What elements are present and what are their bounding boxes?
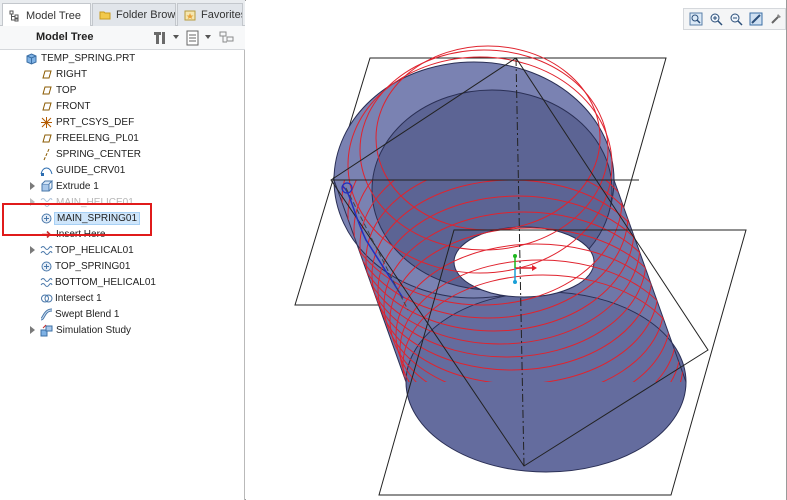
- chevron-down-icon[interactable]: [173, 35, 179, 39]
- tree-item-swept-blend-1[interactable]: Swept Blend 1: [0, 306, 245, 322]
- tree-item-label: TEMP_SPRING.PRT: [41, 52, 136, 64]
- tree-item-label: PRT_CSYS_DEF: [56, 116, 135, 128]
- chevron-down-icon[interactable]: [205, 35, 211, 39]
- tools-icon: [154, 32, 165, 44]
- expand-arrow-icon[interactable]: [29, 246, 37, 254]
- tree-item-guide-crv01[interactable]: GUIDE_CRV01: [0, 162, 245, 178]
- model-tree-icon: [9, 10, 21, 22]
- tab-label: Folder Brow...: [116, 9, 175, 21]
- cad-model-view: [294, 45, 747, 496]
- tab-model-tree[interactable]: Model Tree: [2, 3, 91, 27]
- tree-item-front[interactable]: FRONT: [0, 98, 245, 114]
- tab-label: Favorites: [201, 9, 243, 21]
- spring-feature-icon: [40, 260, 53, 273]
- favorites-icon: [184, 9, 196, 21]
- tree-item-extrude-1[interactable]: Extrude 1: [0, 178, 245, 194]
- filter-icon: [219, 31, 234, 43]
- part-icon: [25, 52, 38, 65]
- datum-axis-icon: [40, 148, 53, 161]
- tree-item-label: TOP_SPRING01: [55, 260, 131, 272]
- tree-item-label: Swept Blend 1: [55, 308, 120, 320]
- datum-plane-icon: [40, 132, 53, 145]
- tree-item-label: SPRING_CENTER: [56, 148, 142, 160]
- tab-label: Model Tree: [26, 9, 82, 22]
- list-icon: [186, 30, 199, 46]
- model-tree-panel: Model Tree Folder Brow... Favorites Mode…: [0, 0, 245, 500]
- tree-item-label: FREELENG_PL01: [56, 132, 139, 144]
- tree-item-spring-center[interactable]: SPRING_CENTER: [0, 146, 245, 162]
- tree-settings-button[interactable]: [152, 29, 170, 47]
- tree-item-top-helical01[interactable]: TOP_HELICAL01: [0, 242, 245, 258]
- tree-item-right[interactable]: RIGHT: [0, 66, 245, 82]
- tab-folder-browser[interactable]: Folder Brow...: [92, 3, 176, 26]
- swept-blend-icon: [40, 308, 53, 321]
- tree-item-label: BOTTOM_HELICAL01: [55, 276, 156, 288]
- datum-plane-icon: [40, 68, 53, 81]
- tree-item-label: Extrude 1: [56, 180, 99, 192]
- tree-item-freeleng-pl01[interactable]: FREELENG_PL01: [0, 130, 245, 146]
- extrude-icon: [40, 180, 54, 193]
- tree-header-title: Model Tree: [36, 31, 94, 43]
- helical-sweep-icon: [40, 244, 53, 257]
- annotation-highlight-box: [2, 203, 152, 236]
- graphics-viewport[interactable]: [246, 0, 786, 500]
- tree-item-label: TOP_HELICAL01: [55, 244, 134, 256]
- tree-item-label: FRONT: [56, 100, 91, 112]
- folder-icon: [99, 9, 111, 21]
- simulation-icon: [40, 324, 53, 337]
- tree-item-simulation-study[interactable]: Simulation Study: [0, 322, 245, 338]
- tree-item-label: Intersect 1: [55, 292, 102, 304]
- tree-item-label: TOP: [56, 84, 77, 96]
- helical-sweep-icon: [40, 276, 53, 289]
- tree-item-prt-csys-def[interactable]: PRT_CSYS_DEF: [0, 114, 245, 130]
- intersect-icon: [40, 292, 53, 305]
- tree-item-label: GUIDE_CRV01: [56, 164, 126, 176]
- tree-root[interactable]: TEMP_SPRING.PRT: [0, 50, 245, 66]
- tree-item-intersect-1[interactable]: Intersect 1: [0, 290, 245, 306]
- tree-filter-button[interactable]: [218, 29, 236, 47]
- tab-favorites[interactable]: Favorites: [177, 3, 243, 26]
- datum-plane-icon: [40, 84, 53, 97]
- datum-plane-icon: [40, 100, 53, 113]
- tree-item-label: RIGHT: [56, 68, 88, 80]
- tree-item-top[interactable]: TOP: [0, 82, 245, 98]
- tree-item-top-spring01[interactable]: TOP_SPRING01: [0, 258, 245, 274]
- tree-header: Model Tree: [0, 26, 245, 50]
- curve-icon: [40, 164, 53, 177]
- tab-bar: Model Tree Folder Brow... Favorites: [0, 0, 245, 27]
- tree-item-bottom-helical01[interactable]: BOTTOM_HELICAL01: [0, 274, 245, 290]
- tree-display-button[interactable]: [184, 29, 202, 47]
- spring-cylinder: [333, 45, 687, 473]
- expand-arrow-icon[interactable]: [29, 326, 37, 334]
- tree-item-label: Simulation Study: [56, 324, 132, 336]
- coordinate-system-icon: [40, 116, 53, 129]
- expand-arrow-icon[interactable]: [29, 182, 37, 190]
